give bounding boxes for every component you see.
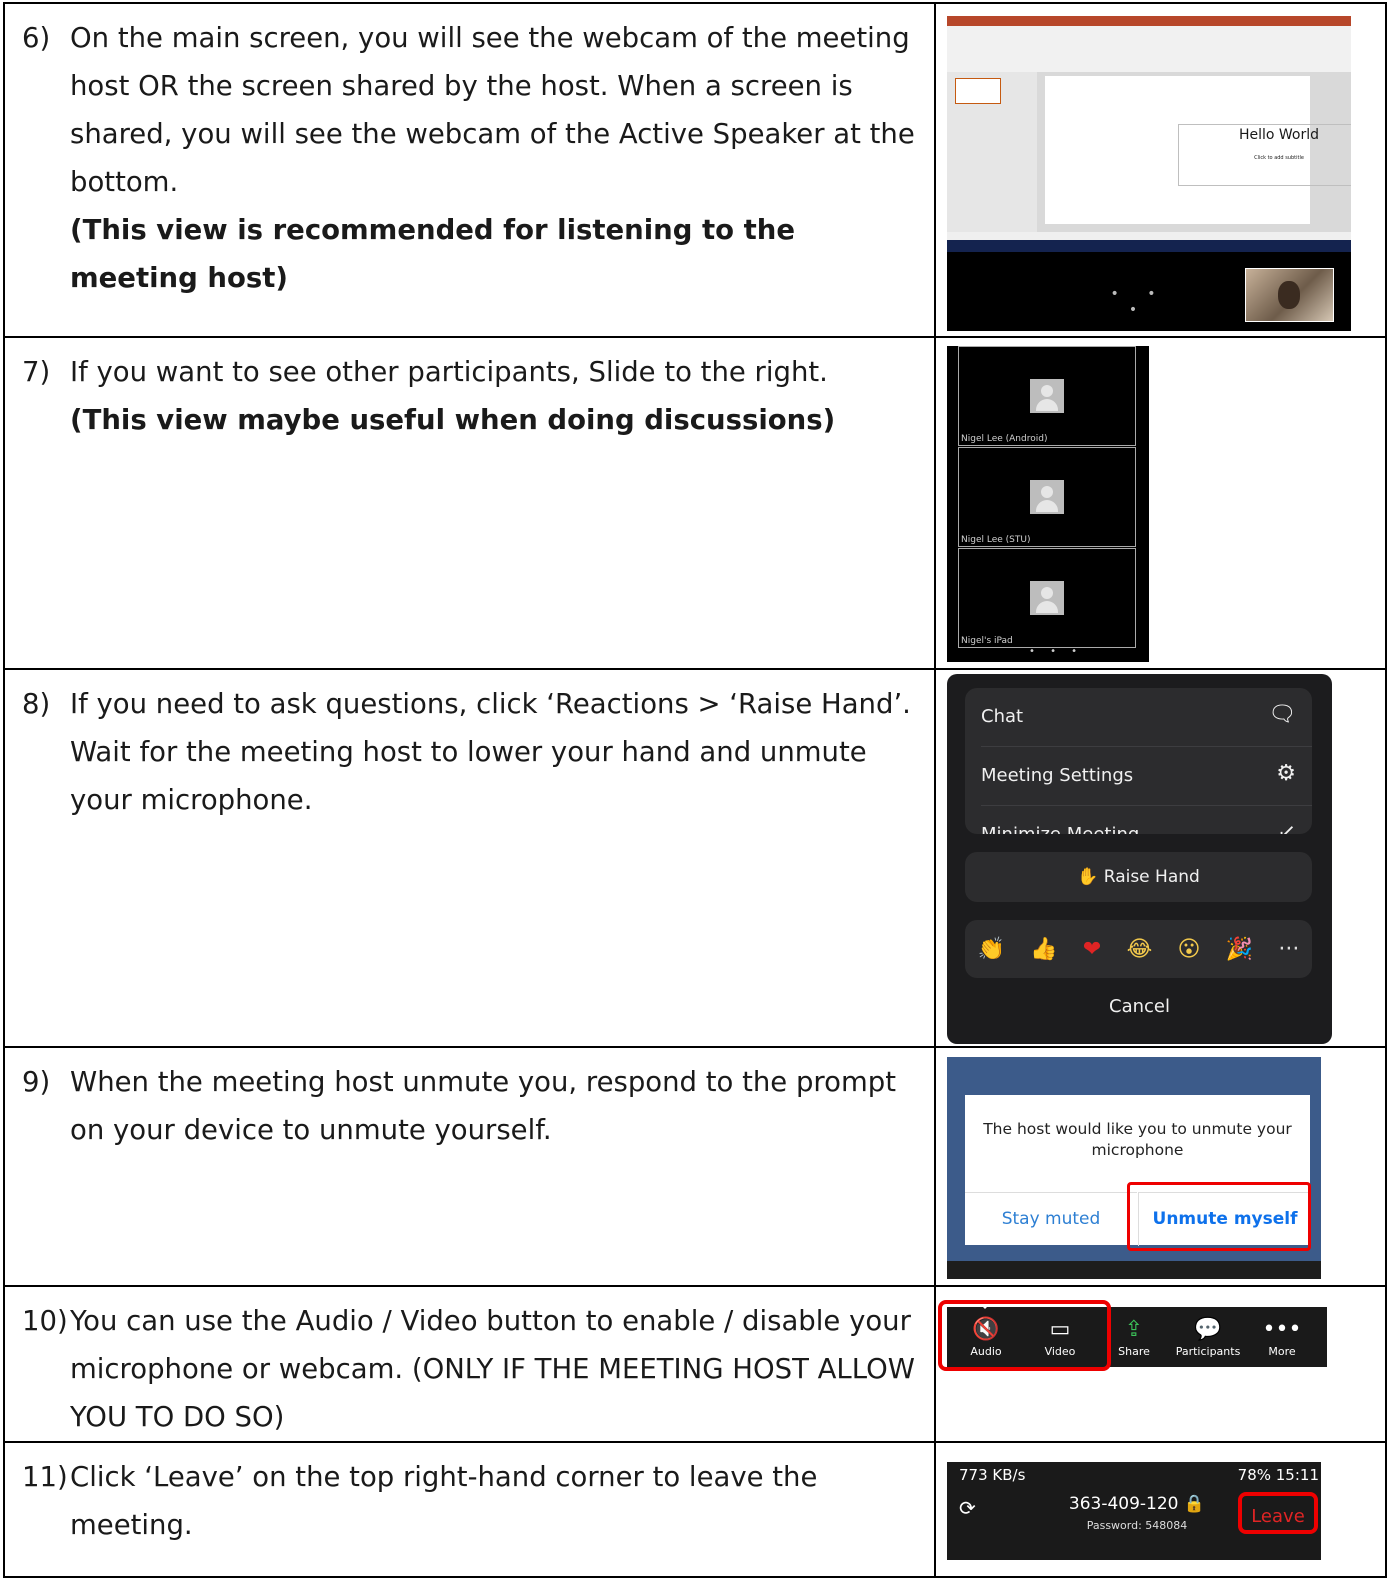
slide-thumbnails [947,72,1037,232]
meeting-id: 363-409-120 [1068,1494,1179,1514]
hand-icon: ✋ [1077,867,1099,887]
step-image-cell: Chat 🗨 Meeting Settings ⚙ Minimize Meeti… [934,668,1387,1048]
more-icon: ••• [1262,1317,1302,1342]
unmute-prompt-screenshot: The host would like you to unmute your m… [947,1057,1321,1279]
highlight-box [1127,1182,1311,1251]
step-note: (This view maybe useful when doing discu… [70,404,836,436]
title-bar [947,16,1351,26]
raise-hand-button[interactable]: ✋ Raise Hand [965,852,1312,902]
step-text: When the meeting host unmute you, respon… [70,1066,896,1146]
status-bar [947,232,1351,240]
step-text-cell: 6) On the main screen, you will see the … [3,2,936,338]
menu-panel: Chat 🗨 Meeting Settings ⚙ Minimize Meeti… [965,688,1312,834]
lock-icon: 🔒 [1183,1494,1206,1514]
gallery-view-screenshot: Nigel Lee (Android) Nigel Lee (STU) Nige… [947,346,1149,662]
phone-status-bar: 773 KB/s 78% 15:11 [959,1466,1319,1484]
menu-item-minimize[interactable]: Minimize Meeting ↙ [965,806,1312,834]
leave-button[interactable]: Leave [1238,1492,1318,1534]
step-text-cell: 7) If you want to see other participants… [3,336,936,670]
slide-title: Hello World [1238,127,1320,143]
switch-camera-icon[interactable]: ⟳ [959,1496,976,1520]
step-image-cell: The host would like you to unmute your m… [934,1046,1387,1287]
step-text: If you need to ask questions, click ‘Rea… [70,688,911,816]
party-icon[interactable]: 🎉 [1226,937,1253,962]
instruction-table: 6) On the main screen, you will see the … [3,2,1387,1578]
network-speed: 773 KB/s [959,1466,1026,1484]
step-text-cell: 8) If you need to ask questions, click ‘… [3,668,936,1048]
participant-tile: Nigel Lee (Android) [958,346,1136,446]
clap-icon[interactable]: 👏 [978,937,1005,962]
menu-item-chat[interactable]: Chat 🗨 [965,688,1312,746]
step-number: 6) [22,22,51,54]
participant-name: Nigel Lee (Android) [961,434,1048,444]
step-row-7: 7) If you want to see other participants… [3,336,1387,670]
thumbs-up-icon[interactable]: 👍 [1030,937,1057,962]
step-text: Click ‘Leave’ on the top right-hand corn… [70,1461,818,1541]
step-note: (This view is recommended for listening … [70,214,796,294]
step-number: 8) [22,688,51,720]
participant-tile: Nigel Lee (STU) [958,447,1136,547]
participant-name: Nigel Lee (STU) [961,535,1031,545]
reaction-emojis: 👏 👍 ❤ 😂 😮 🎉 ··· [965,920,1312,978]
page-dots: • • • [1110,286,1168,318]
windows-taskbar [947,240,1351,252]
step-image-cell: 🔇 Audio ▭ Video ⇪ Share 💬 Participants •… [934,1285,1387,1443]
step-number: 10) [22,1305,68,1337]
step-number: 9) [22,1066,51,1098]
slide-title-box: Hello World Click to add subtitle [1178,124,1351,186]
step-text-cell: 9) When the meeting host unmute you, res… [3,1046,936,1287]
step-text-cell: 10) You can use the Audio / Video button… [3,1285,936,1443]
slide: Hello World Click to add subtitle [1045,76,1351,224]
step-row-8: 8) If you need to ask questions, click ‘… [3,668,1387,1048]
avatar-icon [1030,379,1064,413]
active-speaker-video [1245,268,1334,322]
laugh-icon[interactable]: 😂 [1127,937,1153,962]
heart-icon[interactable]: ❤ [1083,937,1101,962]
chat-bubble-icon: 🗨 [1268,702,1296,727]
step-row-9: 9) When the meeting host unmute you, res… [3,1046,1387,1287]
gear-icon: ⚙ [1276,761,1296,786]
more-button[interactable]: ••• More [1245,1307,1319,1367]
step-text-cell: 11) Click ‘Leave’ on the top right-hand … [3,1441,936,1578]
stay-muted-button[interactable]: Stay muted [965,1192,1137,1246]
participants-button[interactable]: 💬 Participants [1171,1307,1245,1367]
step-text: On the main screen, you will see the web… [70,22,915,198]
step-number: 7) [22,356,51,388]
step-text: If you want to see other participants, S… [70,356,828,388]
surprised-icon[interactable]: 😮 [1178,937,1201,962]
participant-name: Nigel's iPad [961,636,1013,646]
cancel-button[interactable]: Cancel [947,996,1332,1017]
meeting-info: 363-409-120 🔒 Password: 548084 [1047,1494,1227,1536]
step-row-6: 6) On the main screen, you will see the … [3,2,1387,338]
avatar-icon [1030,480,1064,514]
dialog-message: The host would like you to unmute your m… [983,1120,1292,1159]
page-dots: • • • [1029,646,1084,657]
more-reactions-icon[interactable]: ··· [1278,937,1299,962]
leave-bar-screenshot: 773 KB/s 78% 15:11 ⟳ 363-409-120 🔒 Passw… [947,1462,1321,1560]
reactions-menu-screenshot: Chat 🗨 Meeting Settings ⚙ Minimize Meeti… [947,674,1332,1044]
slide-subtitle: Click to add subtitle [1254,155,1304,161]
step-image-cell: 773 KB/s 78% 15:11 ⟳ 363-409-120 🔒 Passw… [934,1441,1387,1578]
minimize-arrow-icon: ↙ [1277,820,1296,834]
battery-time: 78% 15:11 [1237,1466,1319,1484]
highlight-box [938,1300,1111,1371]
step-row-10: 10) You can use the Audio / Video button… [3,1285,1387,1443]
step-image-cell: Hello World Click to add subtitle • • • [934,2,1387,338]
chat-icon: 💬 [1194,1317,1222,1342]
step-row-11: 11) Click ‘Leave’ on the top right-hand … [3,1441,1387,1578]
meeting-toolbar-screenshot: 🔇 Audio ▭ Video ⇪ Share 💬 Participants •… [938,1300,1327,1371]
step-image-cell: Nigel Lee (Android) Nigel Lee (STU) Nige… [934,336,1387,670]
avatar-icon [1030,581,1064,615]
step-text: You can use the Audio / Video button to … [70,1305,915,1433]
menu-item-settings[interactable]: Meeting Settings ⚙ [965,747,1312,805]
meeting-password: Password: 548084 [1086,1519,1188,1532]
taskbar [947,1261,1321,1279]
powerpoint-share-screenshot: Hello World Click to add subtitle • • • [947,16,1351,331]
participant-tile: Nigel's iPad [958,548,1136,648]
step-number: 11) [22,1461,68,1493]
